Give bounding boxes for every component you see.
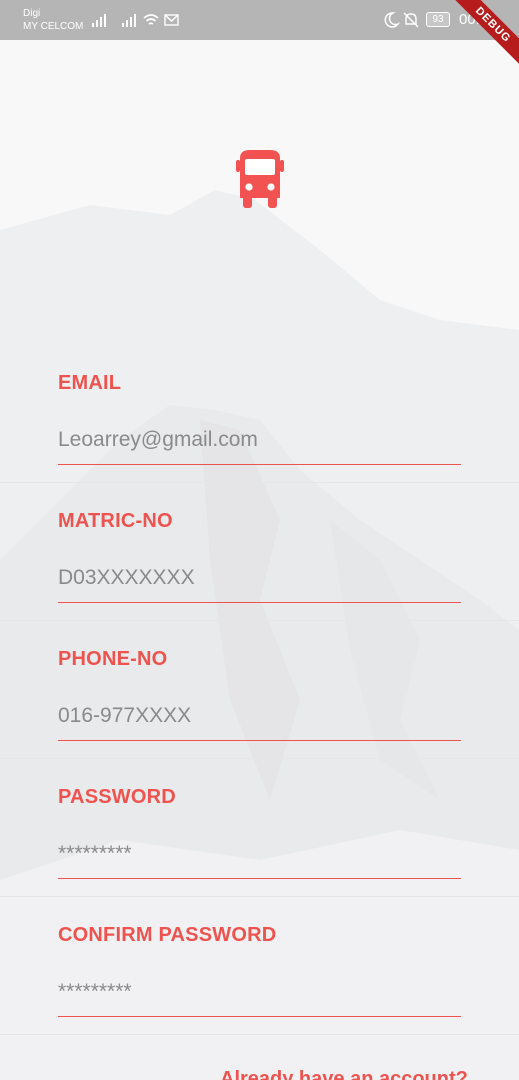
status-bar: Digi MY CELCOM 93 [0, 0, 519, 40]
bell-off-icon [403, 12, 419, 28]
password-underline [58, 878, 461, 879]
divider [0, 758, 519, 759]
mail-icon [164, 14, 179, 26]
moon-icon [384, 12, 401, 28]
wifi-icon [143, 14, 159, 25]
email-field-group: EMAIL [0, 358, 519, 496]
phone-input[interactable] [58, 696, 461, 736]
confirm-password-input[interactable] [58, 972, 461, 1012]
matric-field-group: MATRIC-NO [0, 496, 519, 634]
signal-icon [92, 14, 106, 27]
password-label: PASSWORD [58, 786, 176, 808]
signal-wifi-icons [92, 14, 179, 27]
divider [0, 482, 519, 483]
bus-icon [236, 150, 284, 208]
phone-label: PHONE-NO [58, 648, 168, 670]
matric-underline [58, 602, 461, 603]
email-label: EMAIL [58, 372, 122, 394]
matric-input[interactable] [58, 558, 461, 598]
password-input[interactable] [58, 834, 461, 874]
password-field-group: PASSWORD [0, 772, 519, 910]
email-underline [58, 464, 461, 465]
phone-field-group: PHONE-NO [0, 634, 519, 772]
divider [0, 896, 519, 897]
matric-label: MATRIC-NO [58, 510, 173, 532]
carrier-name-primary: Digi [23, 8, 41, 19]
confirm-password-field-group: CONFIRM PASSWORD [0, 910, 519, 1048]
login-link[interactable]: Already have an account? [220, 1068, 468, 1080]
divider [0, 1034, 519, 1035]
carrier-name-secondary: MY CELCOM [23, 21, 84, 32]
confirm-password-underline [58, 1016, 461, 1017]
confirm-password-label: CONFIRM PASSWORD [58, 924, 277, 946]
divider [0, 620, 519, 621]
status-right-icons [384, 12, 419, 28]
phone-underline [58, 740, 461, 741]
signal-icon [122, 14, 136, 27]
battery-indicator: 93 [426, 12, 450, 27]
carrier-info: Digi MY CELCOM [23, 7, 83, 33]
register-screen: Digi MY CELCOM 93 DEBUG EMAIL Leoarrey@g… [0, 0, 519, 1080]
email-input[interactable] [58, 420, 461, 460]
